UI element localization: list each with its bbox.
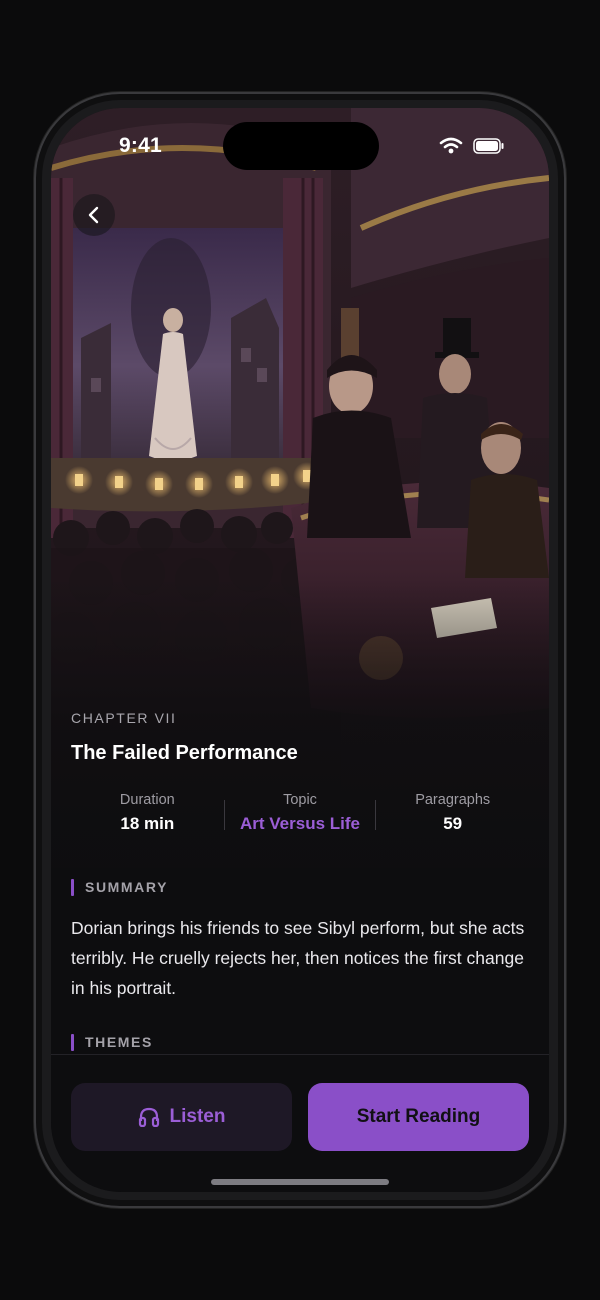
stat-divider — [223, 800, 225, 830]
headphones-icon — [138, 1107, 159, 1127]
stat-topic: Topic Art Versus Life — [223, 790, 377, 850]
summary-text: Dorian brings his friends to see Sibyl p… — [71, 918, 525, 998]
chapter-label: CHAPTER VII — [71, 710, 177, 726]
phone-screen: 9:41 CHAPTER VII The Failed Performance … — [51, 108, 549, 1192]
stat-label: Topic — [283, 792, 317, 808]
listen-button[interactable]: Listen — [71, 1083, 292, 1151]
stat-value: 59 — [443, 814, 463, 833]
start-reading-button[interactable]: Start Reading — [308, 1083, 529, 1151]
dynamic-island — [223, 122, 379, 170]
stat-paragraphs: Paragraphs 59 — [376, 790, 529, 850]
summary-heading-text: SUMMARY — [85, 879, 169, 895]
back-button[interactable] — [73, 194, 115, 236]
summary-heading: SUMMARY — [71, 878, 168, 896]
section-accent-bar — [71, 878, 74, 896]
listen-label: Listen — [169, 1106, 226, 1127]
section-accent-bar — [71, 1033, 74, 1051]
themes-heading: THEMES — [71, 1033, 153, 1051]
chapter-title: The Failed Performance — [71, 742, 298, 764]
stat-label: Duration — [119, 792, 175, 808]
status-time: 9:41 — [119, 134, 162, 157]
stat-value: 18 min — [120, 814, 175, 833]
start-reading-label: Start Reading — [356, 1106, 481, 1127]
stage: 9:41 CHAPTER VII The Failed Performance … — [0, 0, 600, 1300]
home-indicator[interactable] — [211, 1179, 389, 1185]
stat-value: Art Versus Life — [240, 814, 360, 833]
bottom-action-bar: Listen Start Reading — [51, 1054, 549, 1192]
stat-duration: Duration 18 min — [71, 790, 224, 850]
hero-gradient-overlay — [51, 578, 549, 898]
stat-label: Paragraphs — [415, 792, 491, 808]
wifi-icon — [439, 137, 463, 154]
battery-icon — [473, 138, 504, 154]
chapter-stats: Duration 18 min Topic Art Versus Life Pa… — [71, 790, 529, 850]
themes-heading-text: THEMES — [85, 1034, 153, 1050]
chevron-left-icon — [88, 206, 99, 224]
